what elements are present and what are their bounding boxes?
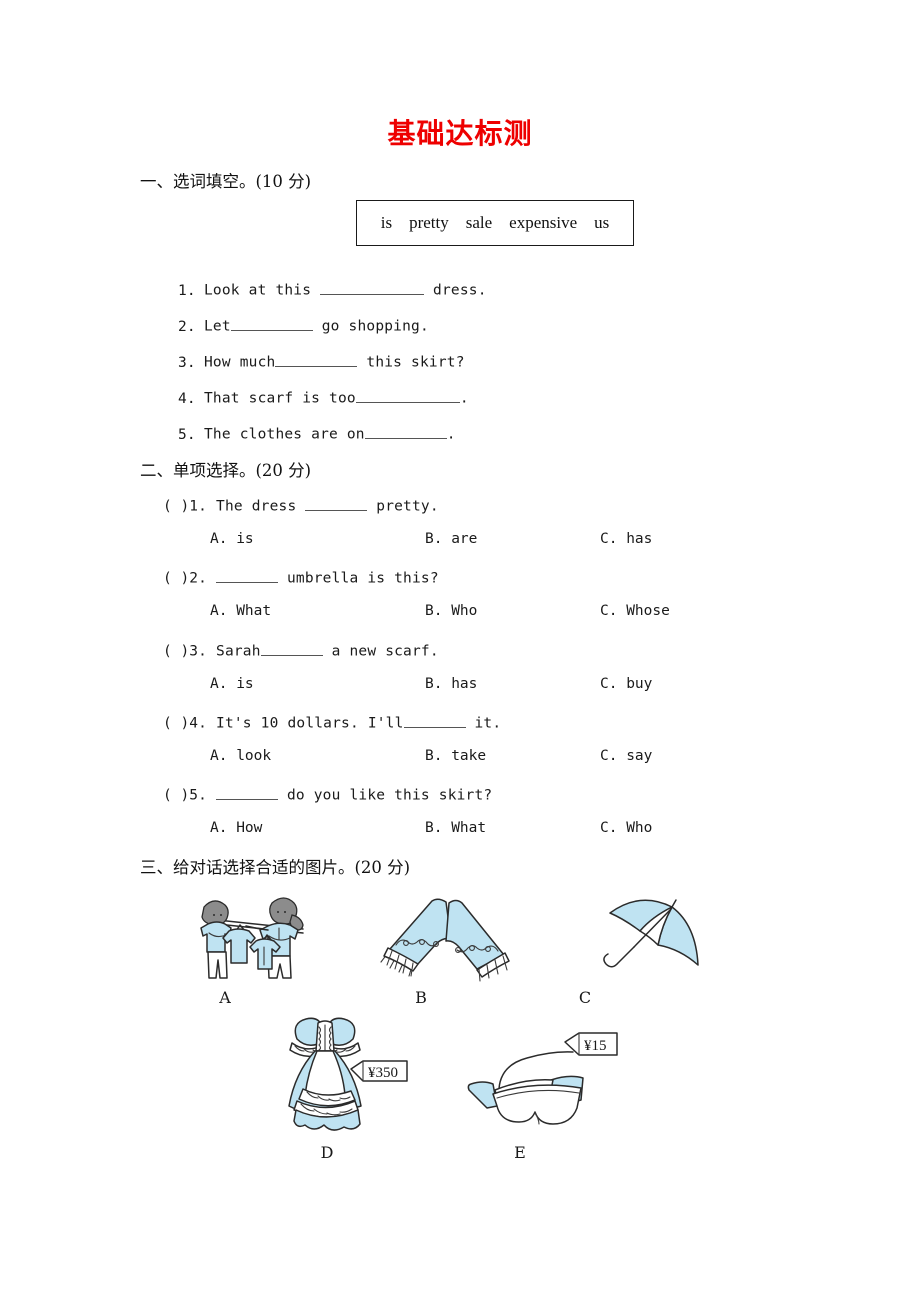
question-text-after: it. [474,715,502,732]
answer-blank[interactable] [364,423,447,439]
answer-blank[interactable] [355,387,460,403]
picture-label-a: A [219,988,231,1007]
mc-question: ( )4. It's 10 dollars. I'll it. [163,712,501,732]
item-number: 4. [178,390,196,407]
mc-question: ( )2. umbrella is this? [163,567,439,587]
answer-bracket[interactable]: ( ) [163,571,189,587]
word-bank-item: expensive [509,213,578,232]
answer-blank[interactable] [230,315,313,331]
option-a[interactable]: A. is [210,676,254,692]
price-tag-d-text: ¥350 [368,1065,398,1081]
picture-label-c: C [578,988,592,1007]
fill-blank-row: 5. The clothes are on. [178,423,456,443]
picture-label-e: E [514,1143,526,1162]
question-text-after: umbrella is this? [286,570,439,587]
fill-blank-row: 1. Look at this dress. [178,279,487,299]
section-3-heading: 三、给对话选择合适的图片。(20 分) [140,858,411,877]
answer-blank[interactable] [305,495,368,511]
answer-blank[interactable] [320,279,425,295]
word-bank-item: sale [465,213,493,232]
word-bank-box: is pretty sale expensive us [356,200,634,246]
item-text-before: Look at this [204,282,312,299]
answer-blank[interactable] [275,351,358,367]
option-b[interactable]: B. Who [425,603,477,619]
item-text-before: The clothes are on [204,426,365,443]
question-number: 1. [189,498,208,515]
question-number: 2. [189,570,208,587]
picture-label-d: D [320,1143,334,1162]
fill-blank-row: 3. How much this skirt? [178,351,465,371]
option-c[interactable]: C. buy [600,676,652,692]
word-bank-item: is [380,213,393,232]
mc-question: ( )1. The dress pretty. [163,495,439,515]
word-bank-item: us [594,213,610,232]
word-bank-item: pretty [409,213,449,232]
picture-label-b: B [415,988,427,1007]
picture-d-dress[interactable]: ¥350 [275,1017,420,1137]
item-number: 2. [178,318,196,335]
fill-blank-row: 2. Let go shopping. [178,315,429,335]
picture-e-sunglasses[interactable]: ¥15 [465,1028,625,1138]
question-text-after: do you like this skirt? [286,787,493,804]
answer-blank[interactable] [216,567,279,583]
item-text-after: . [459,390,469,407]
question-text-before: Sarah [216,643,261,660]
answer-bracket[interactable]: ( ) [163,644,189,660]
mc-question: ( )5. do you like this skirt? [163,784,492,804]
option-c[interactable]: C. say [600,748,652,764]
answer-blank[interactable] [403,712,466,728]
item-text-after: this skirt? [366,354,465,371]
option-c[interactable]: C. Whose [600,603,670,619]
section-1-heading: 一、选词填空。(10 分) [140,172,312,191]
option-a[interactable]: A. How [210,820,262,836]
item-text-before: Let [204,318,231,335]
option-a[interactable]: A. What [210,603,271,619]
option-c[interactable]: C. has [600,531,652,547]
item-number: 1. [178,282,196,299]
picture-a-shopping[interactable] [168,893,328,988]
option-b[interactable]: B. are [425,531,477,547]
answer-bracket[interactable]: ( ) [163,499,189,515]
price-tag-e-text: ¥15 [584,1038,607,1054]
fill-blank-row: 4. That scarf is too. [178,387,469,407]
answer-blank[interactable] [216,784,279,800]
mc-question: ( )3. Sarah a new scarf. [163,640,439,660]
item-number: 3. [178,354,196,371]
page-title: 基础达标测 [387,117,533,150]
item-text-after: . [446,426,456,443]
option-a[interactable]: A. look [210,748,271,764]
question-number: 4. [189,715,208,732]
option-a[interactable]: A. is [210,531,254,547]
question-text-after: pretty. [376,498,439,515]
question-number: 3. [189,643,208,660]
item-text-after: go shopping. [321,318,429,335]
picture-c-umbrella[interactable] [600,893,730,988]
question-text-after: a new scarf. [331,643,439,660]
item-text-before: How much [204,354,276,371]
option-b[interactable]: B. What [425,820,486,836]
answer-bracket[interactable]: ( ) [163,788,189,804]
item-text-before: That scarf is too [204,390,356,407]
option-b[interactable]: B. has [425,676,477,692]
option-b[interactable]: B. take [425,748,486,764]
item-number: 5. [178,426,196,443]
picture-b-scarf[interactable] [372,893,522,988]
option-c[interactable]: C. Who [600,820,652,836]
section-2-heading: 二、单项选择。(20 分) [140,461,312,480]
worksheet-page: 基础达标测 一、选词填空。(10 分) is pretty sale expen… [0,0,920,1302]
answer-blank[interactable] [260,640,323,656]
question-text-before: The dress [216,498,297,515]
item-text-after: dress. [433,282,487,299]
question-text-before: It's 10 dollars. I'll [216,715,404,732]
answer-bracket[interactable]: ( ) [163,716,189,732]
question-number: 5. [189,787,208,804]
